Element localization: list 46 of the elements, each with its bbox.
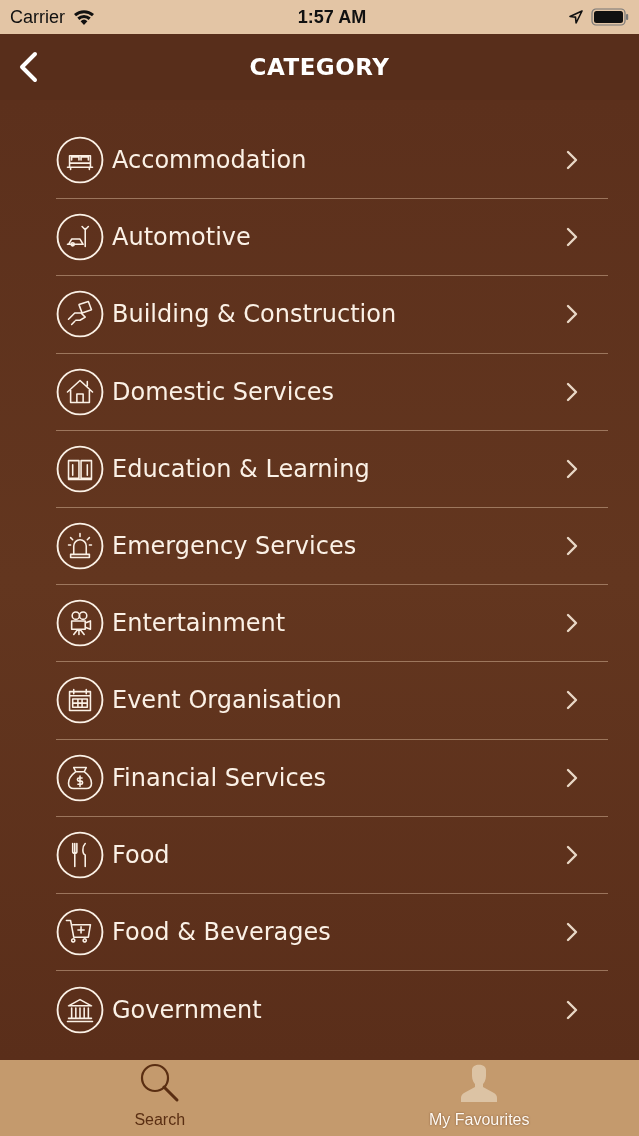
car-wrench-icon [56, 213, 104, 262]
category-item[interactable]: Food [56, 816, 608, 893]
wifi-icon [73, 9, 95, 25]
category-item[interactable]: Building & Construction [56, 276, 608, 353]
category-item[interactable]: Domestic Services [56, 353, 608, 430]
movie-camera-icon [56, 599, 104, 648]
battery-icon [591, 8, 629, 26]
back-button[interactable] [18, 51, 38, 83]
siren-light-icon [56, 522, 104, 571]
book-icon [56, 444, 104, 493]
chevron-right-icon [566, 767, 578, 788]
chevron-right-icon [566, 613, 578, 634]
money-bag-icon [56, 753, 104, 802]
chevron-right-icon [566, 150, 578, 171]
chevron-right-icon [566, 304, 578, 325]
search-icon [138, 1062, 181, 1104]
status-time: 1:57 AM [297, 5, 367, 29]
category-item[interactable]: Automotive [56, 199, 608, 276]
chevron-right-icon [566, 381, 578, 402]
chevron-right-icon [566, 227, 578, 248]
screen-title: CATEGORY [249, 52, 390, 82]
category-item[interactable]: Accommodation [56, 122, 608, 199]
chevron-right-icon [566, 999, 578, 1020]
chevron-right-icon [566, 921, 578, 942]
house-icon [56, 367, 104, 416]
category-item[interactable]: Food & Beverages [56, 893, 608, 971]
category-item[interactable]: Entertainment [56, 585, 608, 662]
person-silhouette-icon [460, 1062, 499, 1104]
chevron-right-icon [566, 458, 578, 479]
category-item[interactable]: Emergency Services [56, 507, 608, 585]
category-item[interactable]: Government [56, 971, 608, 1049]
chevron-right-icon [566, 536, 578, 557]
calendar-icon [56, 676, 104, 725]
chevron-right-icon [566, 690, 578, 711]
tab-button[interactable]: Search [79, 1060, 240, 1136]
category-item[interactable]: Event Organisation [56, 662, 608, 739]
category-item[interactable]: Financial Services [56, 739, 608, 816]
shopping-cart-icon [56, 907, 104, 956]
bed-icon [56, 136, 104, 185]
carrier-name: Carrier [10, 5, 65, 29]
fork-knife-icon [56, 830, 104, 879]
category-item[interactable]: Education & Learning [56, 430, 608, 507]
location-arrow-icon [569, 10, 583, 24]
hand-with-card-icon [56, 290, 104, 339]
chevron-right-icon [566, 844, 578, 865]
bank-building-icon [56, 985, 104, 1034]
